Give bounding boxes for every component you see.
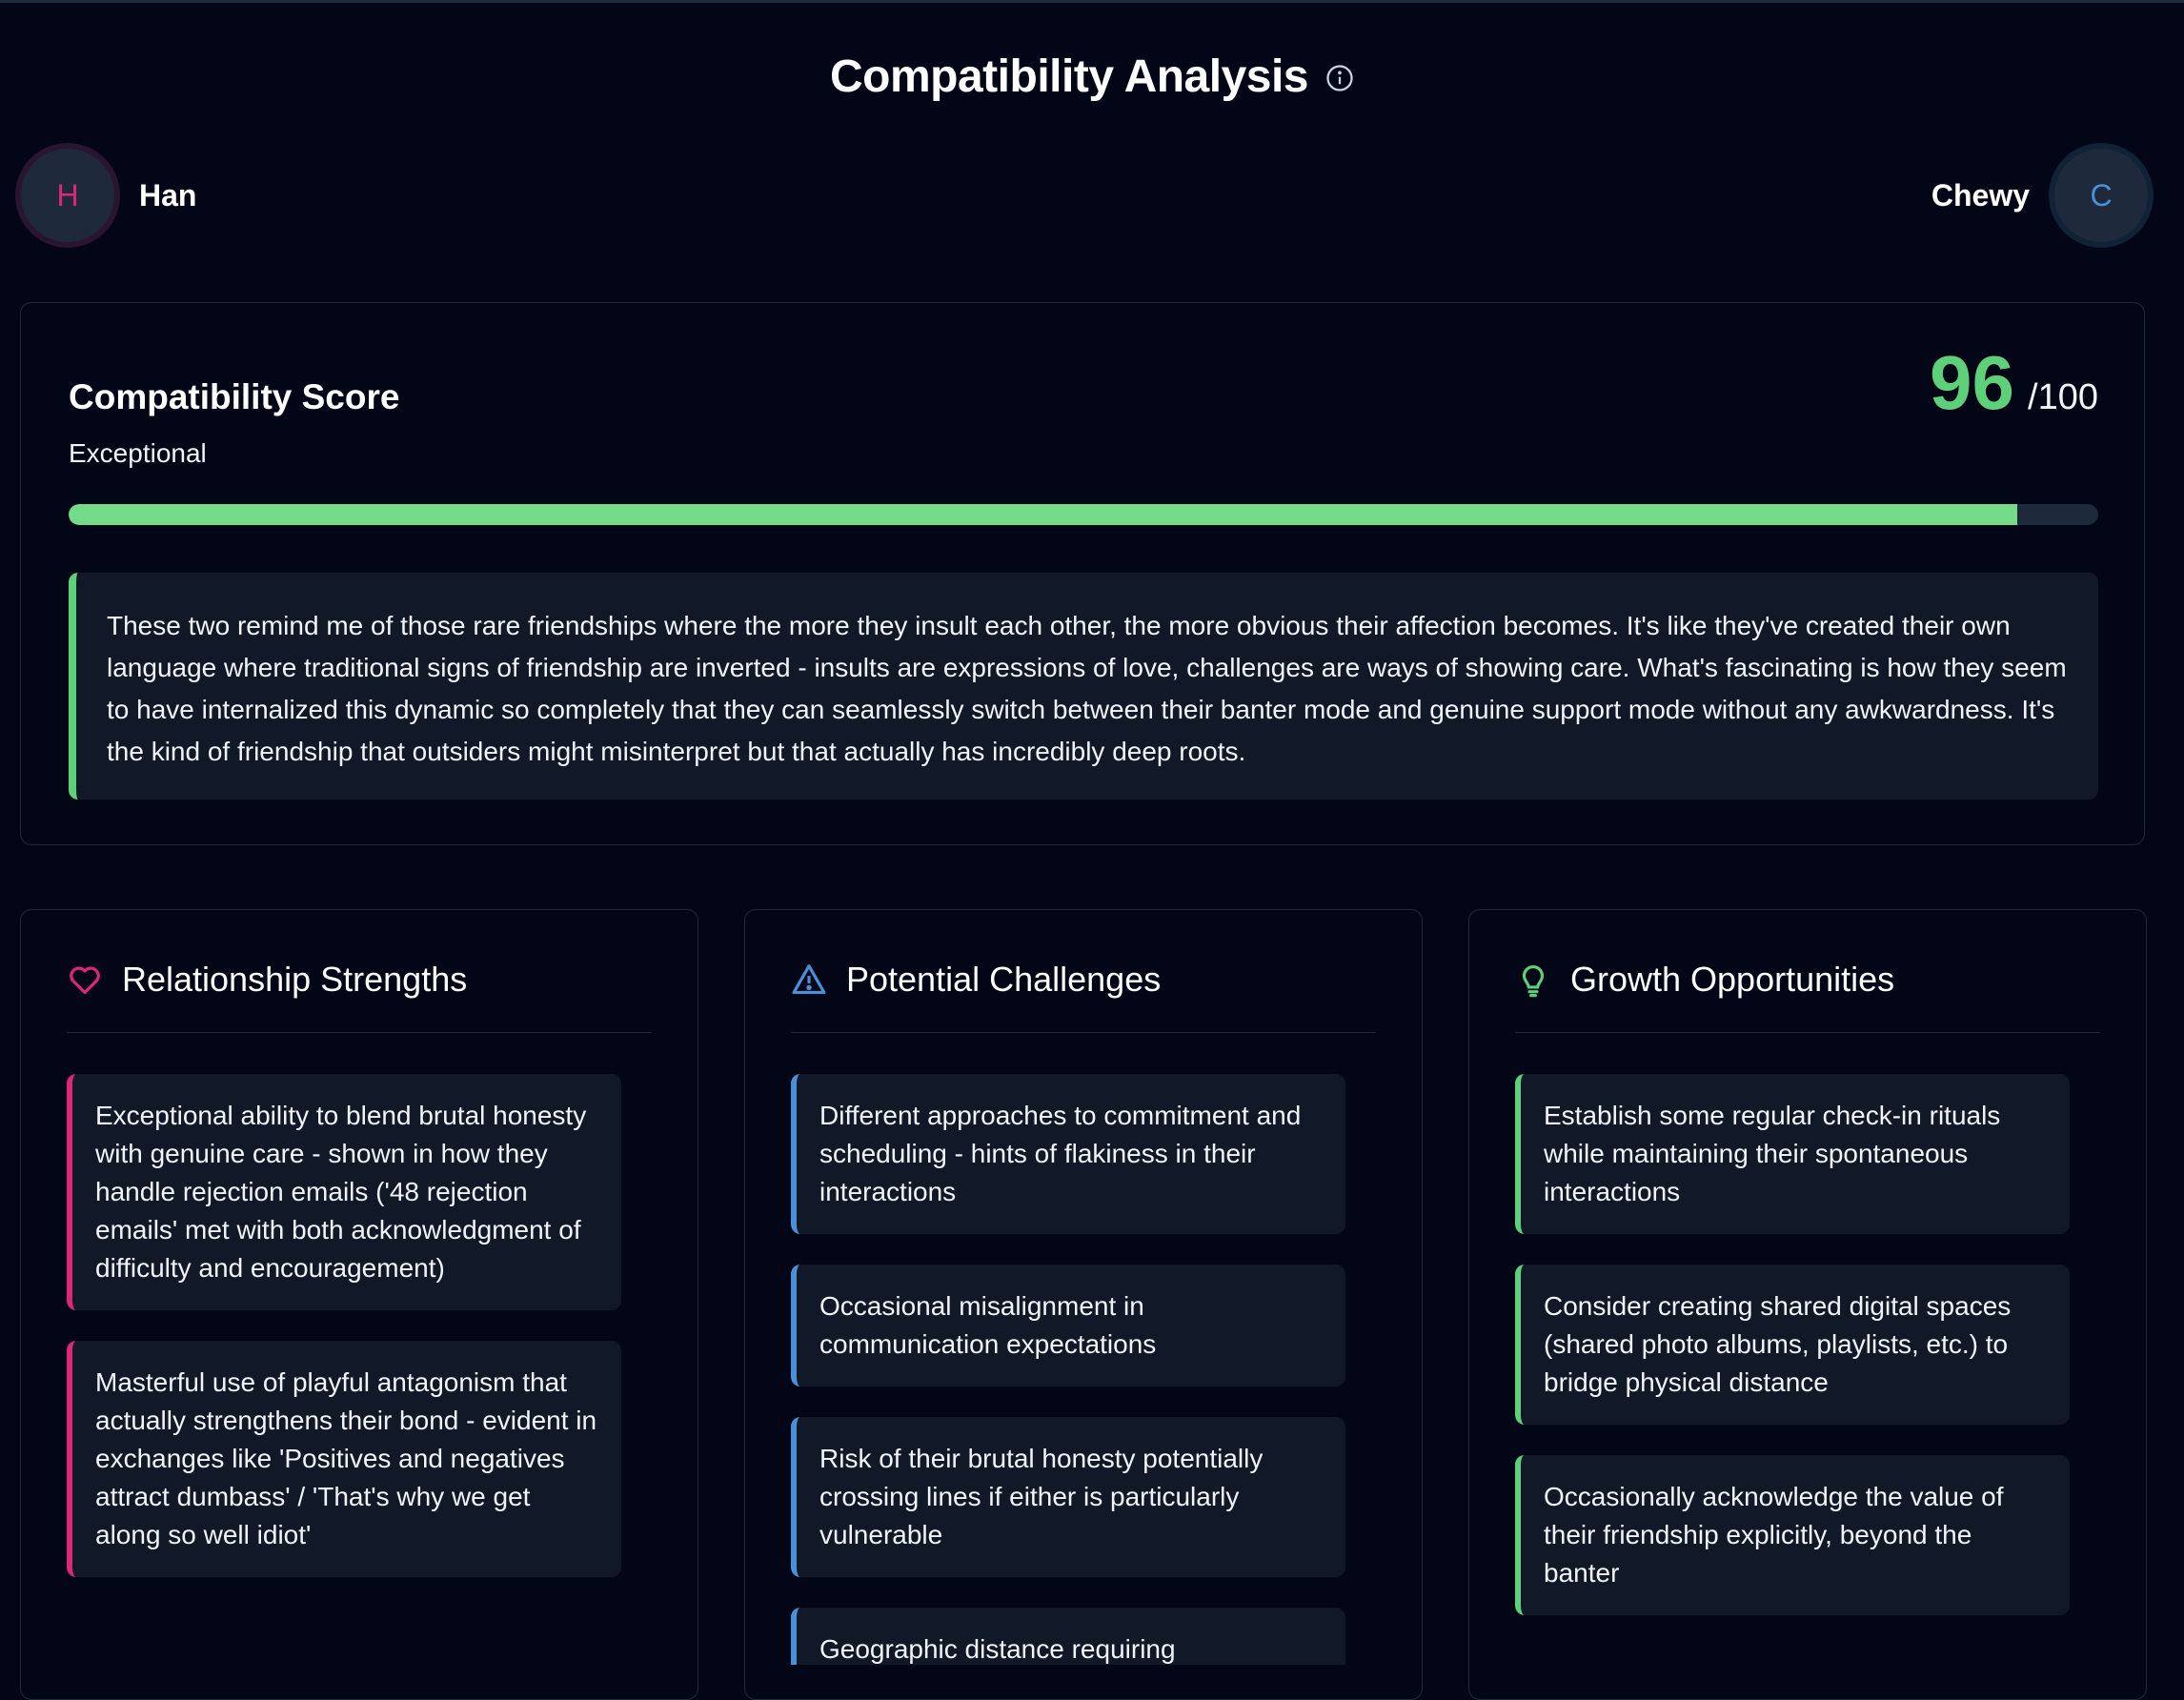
- warning-triangle-icon: [792, 964, 826, 995]
- score-summary: These two remind me of those rare friend…: [69, 573, 2098, 799]
- growth-title: Growth Opportunities: [1570, 960, 1895, 999]
- strengths-list: Exceptional ability to blend brutal hone…: [67, 1074, 621, 1665]
- info-circle-icon[interactable]: [1325, 64, 1354, 92]
- person-name-chewy: Chewy: [1931, 177, 2030, 212]
- growth-header: Growth Opportunities: [1515, 958, 2100, 1033]
- person-name-han: Han: [139, 177, 197, 212]
- summary-text: These two remind me of those rare friend…: [107, 611, 2067, 766]
- heart-icon: [70, 966, 100, 995]
- top-divider: [0, 0, 2184, 3]
- list-item: Masterful use of playful antagonism that…: [67, 1341, 621, 1577]
- avatar-initial: C: [2090, 177, 2113, 212]
- list-item: Risk of their brutal honesty potentially…: [791, 1417, 1345, 1577]
- score-max: /100: [2028, 377, 2098, 417]
- list-item: Occasionally acknowledge the value of th…: [1515, 1455, 2070, 1615]
- score-progress-fill: [69, 504, 2017, 525]
- strengths-header: Relationship Strengths: [67, 958, 652, 1033]
- person-han: H Han: [15, 143, 196, 248]
- challenges-card: Potential Challenges Different approache…: [744, 909, 1423, 1700]
- challenges-list: Different approaches to commitment and s…: [791, 1074, 1345, 1665]
- score-readout: 96 /100: [1930, 345, 2098, 421]
- list-item: Different approaches to commitment and s…: [791, 1074, 1345, 1234]
- score-title: Compatibility Score: [69, 377, 400, 416]
- page-header: Compatibility Analysis: [0, 38, 2184, 114]
- strengths-title: Relationship Strengths: [122, 960, 468, 999]
- score-progress-bar: [69, 504, 2098, 525]
- avatar-initial: H: [56, 177, 79, 212]
- list-item: Occasional misalignment in communication…: [791, 1265, 1345, 1386]
- avatar-chewy: C: [2049, 143, 2154, 248]
- score-value: 96: [1930, 340, 2015, 425]
- compatibility-score-card: Compatibility Score Exceptional 96 /100 …: [20, 302, 2145, 845]
- person-chewy: Chewy C: [1931, 143, 2154, 248]
- strengths-card: Relationship Strengths Exceptional abili…: [20, 909, 698, 1700]
- challenges-title: Potential Challenges: [846, 960, 1162, 999]
- avatar-han: H: [15, 143, 120, 248]
- list-item: Geographic distance requiring: [791, 1608, 1345, 1665]
- page-title: Compatibility Analysis: [830, 51, 1309, 102]
- score-rating: Exceptional: [69, 438, 207, 468]
- growth-card: Growth Opportunities Establish some regu…: [1468, 909, 2147, 1700]
- list-item: Establish some regular check-in rituals …: [1515, 1074, 2070, 1234]
- challenges-header: Potential Challenges: [791, 958, 1376, 1033]
- lightbulb-icon: [1522, 964, 1545, 998]
- growth-list: Establish some regular check-in rituals …: [1515, 1074, 2070, 1665]
- list-item: Exceptional ability to blend brutal hone…: [67, 1074, 621, 1310]
- list-item: Consider creating shared digital spaces …: [1515, 1265, 2070, 1425]
